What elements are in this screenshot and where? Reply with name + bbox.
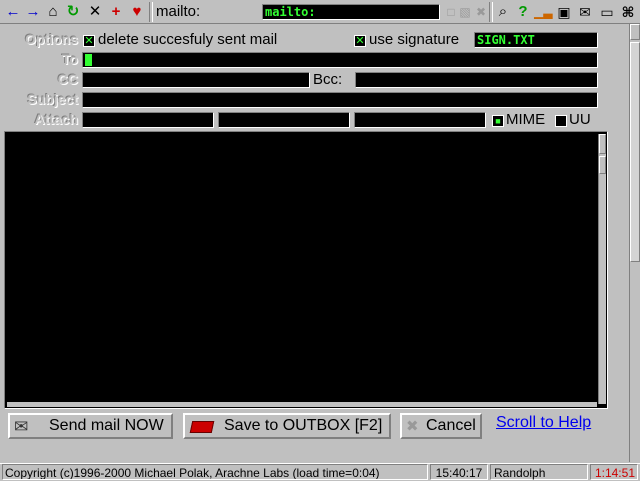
stop-icon[interactable]: ✕: [86, 3, 104, 21]
options-label: Options: [25, 31, 78, 47]
scroll-to-help-link[interactable]: Scroll to Help: [496, 414, 591, 432]
subject-input[interactable]: [82, 92, 598, 108]
page-scrollbar[interactable]: [629, 24, 640, 462]
uu-radio[interactable]: [555, 115, 567, 127]
attach-label: Attach: [34, 111, 78, 127]
mail-icon[interactable]: ✉: [576, 3, 594, 21]
use-signature-checkbox[interactable]: ✕: [354, 35, 366, 47]
chart-icon[interactable]: ▁▃: [534, 3, 552, 21]
help-icon[interactable]: ?: [514, 3, 532, 21]
mime-radio[interactable]: ■: [492, 115, 504, 127]
save-outbox-label: Save to OUTBOX [F2]: [224, 417, 383, 434]
envelope-icon: ✉: [14, 417, 29, 436]
hotlist-heart-icon[interactable]: ♥: [128, 3, 146, 21]
address-label: mailto:: [156, 3, 201, 20]
toolbar: ← → ⌂ ↻ ✕ + ♥ mailto: mailto: □ ▧ ✖ ⌕ ? …: [0, 0, 640, 24]
forward-arrow-icon[interactable]: →: [24, 3, 42, 21]
delete-sent-label: delete succesfuly sent mail: [98, 31, 278, 48]
textarea-scroll-handle[interactable]: [599, 156, 606, 174]
toolbar-separator: [149, 2, 153, 22]
send-mail-button[interactable]: ✉ Send mail NOW: [8, 413, 173, 439]
scroll-up-button[interactable]: [630, 24, 640, 40]
status-bar: Copyright (c)1996-2000 Michael Polak, Ar…: [0, 463, 640, 480]
close-page-icon[interactable]: ✖: [472, 3, 490, 21]
delete-sent-checkbox[interactable]: ✕: [83, 35, 95, 47]
cancel-label: Cancel: [426, 417, 476, 434]
cc-label: CC: [57, 71, 78, 87]
add-bookmark-icon[interactable]: +: [107, 3, 125, 21]
window-icon[interactable]: ▭: [598, 3, 616, 21]
textarea-scroll-thumb[interactable]: [599, 134, 606, 154]
attach-input-3[interactable]: [354, 112, 486, 128]
send-mail-label: Send mail NOW: [49, 417, 164, 434]
subject-label: Subject: [27, 91, 78, 107]
bcc-input[interactable]: [355, 72, 598, 88]
save-disk-icon[interactable]: ▣: [555, 3, 573, 21]
mime-label: MIME: [506, 111, 546, 128]
attach-input-1[interactable]: [82, 112, 214, 128]
signature-file-input[interactable]: SIGN.TXT: [474, 32, 598, 48]
cancel-icon: ✖: [406, 418, 419, 435]
toolbar-separator: [489, 2, 493, 22]
page-scroll-thumb[interactable]: [630, 42, 640, 262]
address-input[interactable]: mailto:: [262, 4, 440, 20]
search-icon[interactable]: ⌕: [494, 3, 512, 21]
status-user: Randolph: [490, 464, 588, 480]
status-message: Copyright (c)1996-2000 Michael Polak, Ar…: [2, 464, 428, 480]
status-clock: 15:40:17: [430, 464, 488, 480]
folder-icon: [189, 421, 215, 433]
bcc-label: Bcc:: [313, 71, 343, 88]
to-label: To: [61, 51, 78, 67]
fullscreen-icon[interactable]: ⌘: [619, 3, 637, 21]
message-body-textarea[interactable]: [4, 131, 608, 409]
uu-label: UU: [569, 111, 591, 128]
home-icon[interactable]: ⌂: [44, 3, 62, 21]
cancel-button[interactable]: ✖ Cancel: [400, 413, 482, 439]
text-cursor: [85, 54, 92, 66]
attach-input-2[interactable]: [218, 112, 350, 128]
cc-input[interactable]: [82, 72, 310, 88]
reload-icon[interactable]: ↻: [64, 3, 82, 21]
save-outbox-button[interactable]: Save to OUTBOX [F2]: [183, 413, 391, 439]
to-input[interactable]: [82, 52, 598, 68]
textarea-scrollbar[interactable]: [598, 134, 606, 404]
use-signature-label: use signature: [369, 31, 460, 48]
back-arrow-icon[interactable]: ←: [4, 3, 22, 21]
status-online-time: 1:14:51: [590, 464, 638, 480]
textarea-hscrollbar[interactable]: [7, 402, 597, 407]
